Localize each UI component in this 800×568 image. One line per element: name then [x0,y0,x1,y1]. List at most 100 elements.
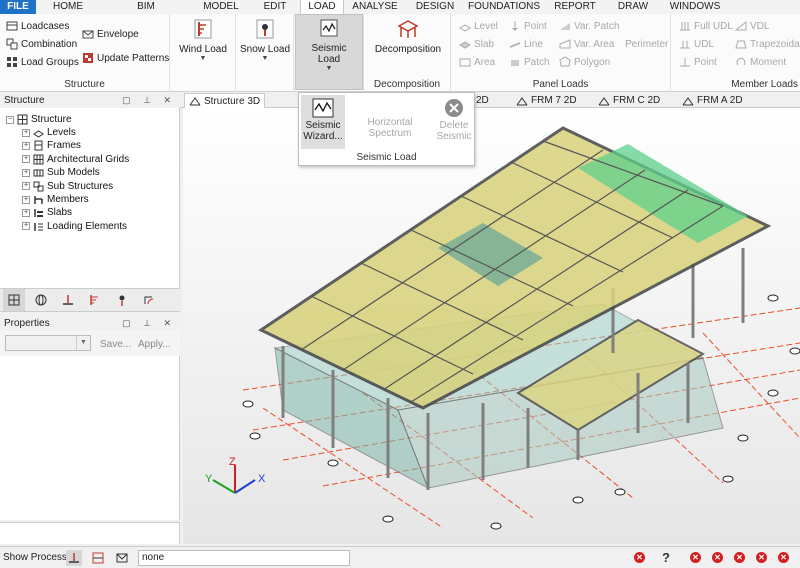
tree-item-members[interactable]: + Members [22,193,89,206]
load-groups-button[interactable]: Load Groups [6,54,79,70]
properties-header-controls-icon[interactable]: ▢ ⊥ ✕ [122,316,176,331]
tree-item-architectural-grids[interactable]: + Architectural Grids [22,153,129,166]
error-icon[interactable]: ✕ [690,552,701,563]
expand-icon[interactable]: + [22,182,30,191]
menu-report[interactable]: REPORT [544,0,606,14]
tree-root[interactable]: − Structure [6,113,72,126]
delete-seismic-button[interactable]: Delete Seismic [435,95,473,149]
frame-tab-icon [598,96,610,105]
menu-file[interactable]: FILE [0,0,36,14]
expand-icon[interactable]: + [22,128,30,137]
collapse-icon[interactable]: − [6,115,14,124]
menu-bim-integration[interactable]: BIM INTEGRATION [100,0,192,26]
panel-point-button[interactable]: Point [509,18,547,34]
error-icon[interactable]: ✕ [756,552,767,563]
member-udl-button[interactable]: UDL [679,36,714,52]
ribbon-group-wind: Wind Load ▼ [170,14,236,92]
properties-toolbar: ▼ Save... Apply... [0,330,180,356]
properties-save-button[interactable]: Save... [100,339,131,350]
tab-frm-7-2d[interactable]: FRM 7 2D [512,93,581,108]
horizontal-spectrum-button[interactable]: Horizontal Spectrum [347,95,433,149]
panel-area-button[interactable]: Area [459,54,495,70]
status-process-field[interactable]: none [138,550,350,566]
properties-select[interactable]: ▼ [5,335,91,351]
member-vdl-button[interactable]: VDL [735,18,769,34]
properties-panel-header: Properties ▢ ⊥ ✕ [0,316,180,331]
delete-seismic-label-1: Delete [439,120,469,131]
menu-design[interactable]: DESIGN [406,0,464,14]
chevron-down-icon[interactable]: ▼ [76,336,90,350]
tab-frm-a-2d[interactable]: FRM A 2D [678,93,747,108]
load-view-button[interactable] [57,289,79,311]
panel-var-area-button[interactable]: Var. Area [559,36,614,52]
tab-structure-3d[interactable]: Structure 3D [184,93,266,108]
expand-icon[interactable]: + [22,208,30,217]
seismic-wizard-button[interactable]: Seismic Wizard... [301,95,345,149]
member-trapezoidal-button[interactable]: Trapezoidal [735,36,800,52]
tree-item-levels[interactable]: + Levels [22,126,76,139]
tree-item-label: Members [47,194,89,205]
menu-analyse[interactable]: ANALYSE [344,0,406,14]
expand-icon[interactable]: + [22,222,30,231]
status-load-button[interactable] [66,550,82,566]
error-icon[interactable]: ✕ [634,552,645,563]
structure-3d-model[interactable]: Z X Y [183,108,800,544]
loadcases-button[interactable]: Loadcases [6,18,69,34]
tab-2d-label: 2D [476,95,489,106]
tree-item-slabs[interactable]: + Slabs [22,206,72,219]
moment-view-button[interactable] [138,289,160,311]
snow-view-button[interactable] [111,289,133,311]
tab-2d[interactable]: 2D [472,93,493,108]
tree-item-sub-models[interactable]: + Sub Models [22,166,100,179]
panel-line-button[interactable]: Line [509,36,543,52]
expand-icon[interactable]: + [22,168,30,177]
error-icon[interactable]: ✕ [778,552,789,563]
menu-draw[interactable]: DRAW [606,0,660,14]
ribbon-group-decomposition: Decomposition Decomposition [363,14,451,92]
panel-polygon-button[interactable]: Polygon [559,54,610,70]
member-moment-button[interactable]: Moment [735,54,786,70]
panel-patch-button[interactable]: Patch [509,54,550,70]
wind-load-button[interactable]: Wind Load ▼ [176,16,230,72]
panel-perimeter-button[interactable]: Perimeter [625,36,668,52]
tree-item-loading-elements[interactable]: + Loading Elements [22,220,127,233]
panel-level-button[interactable]: Level [459,18,498,34]
error-icon[interactable]: ✕ [734,552,745,563]
menu-foundations[interactable]: FOUNDATIONS [464,0,544,14]
help-icon[interactable]: ? [662,550,670,565]
loadcases-label: Loadcases [21,20,70,32]
combination-button[interactable]: Combination [6,36,77,52]
menu-model[interactable]: MODEL [192,0,250,14]
panel-header-controls-icon[interactable]: ▢ ⊥ ✕ [122,93,176,108]
expand-icon[interactable]: + [22,141,30,150]
panel-var-patch-button[interactable]: Var. Patch [559,18,619,34]
member-point-button[interactable]: Point [679,54,717,70]
tree-item-sub-structures[interactable]: + Sub Structures [22,180,113,193]
envelope-button[interactable]: Envelope [82,26,139,42]
member-full-udl-button[interactable]: Full UDL [679,18,733,34]
structure-3d-viewport[interactable]: Z X Y [183,108,800,544]
menu-windows[interactable]: WINDOWS [660,0,730,14]
decomposition-button[interactable]: Decomposition [368,16,448,72]
globe-view-button[interactable] [30,289,52,311]
properties-apply-button[interactable]: Apply... [138,339,171,350]
tree-item-frames[interactable]: + Frames [22,139,81,152]
menu-edit[interactable]: EDIT [250,0,300,14]
status-message-button[interactable] [114,550,130,566]
panel-loads-group-title: Panel Loads [532,79,589,90]
expand-icon[interactable]: + [22,155,30,164]
panel-patch-label: Patch [524,56,550,68]
expand-icon[interactable]: + [22,195,30,204]
menu-load[interactable]: LOAD [300,0,344,14]
seismic-load-button[interactable]: Seismic Load ▼ [295,14,363,90]
update-patterns-button[interactable]: Update Patterns [82,50,169,66]
structure-view-button[interactable] [3,289,25,311]
seismic-load-group-title: Seismic Load [356,152,417,163]
panel-slab-button[interactable]: Slab [459,36,494,52]
error-icon[interactable]: ✕ [712,552,723,563]
tab-frm-c-2d[interactable]: FRM C 2D [594,93,664,108]
wind-view-button[interactable] [84,289,106,311]
menu-home[interactable]: HOME [36,0,100,14]
snow-load-button[interactable]: Snow Load ▼ [238,16,292,72]
status-tool-button[interactable] [90,550,106,566]
